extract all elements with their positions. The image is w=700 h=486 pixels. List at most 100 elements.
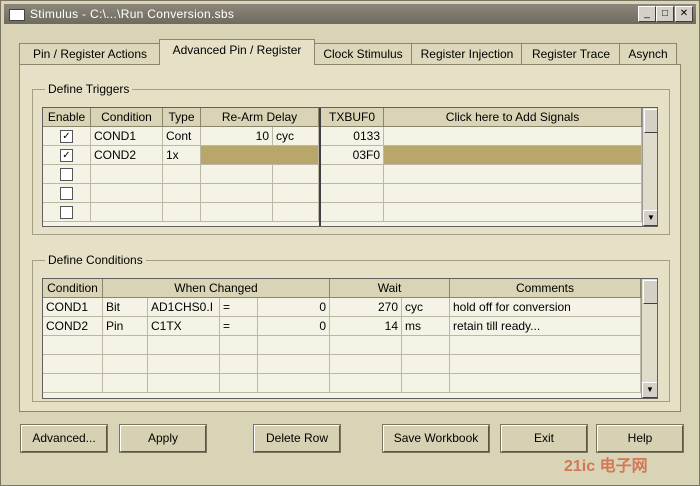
empty-cell[interactable] xyxy=(103,355,148,374)
empty-cell[interactable] xyxy=(450,336,641,355)
empty-cell[interactable] xyxy=(148,374,220,393)
header-txbuf0[interactable]: TXBUF0 xyxy=(321,108,384,127)
enable-checkbox[interactable] xyxy=(60,206,73,219)
condition-name[interactable]: COND1 xyxy=(43,298,103,317)
empty-cell[interactable] xyxy=(91,184,163,203)
txbuf0-value[interactable]: 03F0 xyxy=(321,146,384,165)
condition-value[interactable]: 0 xyxy=(258,317,330,336)
empty-cell[interactable] xyxy=(330,374,402,393)
empty-cell[interactable] xyxy=(201,165,273,184)
condition-name[interactable]: COND2 xyxy=(43,317,103,336)
wait-unit[interactable]: ms xyxy=(402,317,450,336)
exit-button[interactable]: Exit xyxy=(501,425,587,452)
header-enable[interactable]: Enable xyxy=(43,108,91,127)
table-row[interactable]: ✓ xyxy=(43,127,91,146)
table-row[interactable] xyxy=(43,203,91,222)
trigger-condition[interactable]: COND1 xyxy=(91,127,163,146)
empty-cell[interactable] xyxy=(148,355,220,374)
header-rearm-delay[interactable]: Re-Arm Delay xyxy=(201,108,319,127)
condition-comment[interactable]: retain till ready... xyxy=(450,317,641,336)
scroll-thumb[interactable] xyxy=(644,109,657,133)
add-signals-header[interactable]: Click here to Add Signals xyxy=(384,108,642,127)
header-type[interactable]: Type xyxy=(163,108,201,127)
empty-cell[interactable] xyxy=(258,374,330,393)
empty-cell[interactable] xyxy=(103,374,148,393)
empty-cell[interactable] xyxy=(163,203,201,222)
header-comments[interactable]: Comments xyxy=(450,279,641,298)
empty-cell[interactable] xyxy=(321,165,384,184)
trigger-type[interactable]: 1x xyxy=(163,146,201,165)
rearm-delay-value[interactable] xyxy=(201,146,319,165)
empty-cell[interactable] xyxy=(91,165,163,184)
empty-cell[interactable] xyxy=(220,374,258,393)
signal-cell[interactable] xyxy=(384,127,642,146)
tab-register-injection[interactable]: Register Injection xyxy=(411,43,523,64)
conditions-scrollbar[interactable]: ▼ xyxy=(641,279,657,398)
empty-cell[interactable] xyxy=(163,165,201,184)
empty-cell[interactable] xyxy=(258,336,330,355)
tab-pin-register-actions[interactable]: Pin / Register Actions xyxy=(19,43,161,64)
empty-cell[interactable] xyxy=(163,184,201,203)
table-row[interactable] xyxy=(43,165,91,184)
trigger-condition[interactable]: COND2 xyxy=(91,146,163,165)
empty-cell[interactable] xyxy=(220,336,258,355)
empty-cell[interactable] xyxy=(330,336,402,355)
signal-cell[interactable] xyxy=(384,146,642,165)
apply-button[interactable]: Apply xyxy=(120,425,206,452)
scroll-thumb[interactable] xyxy=(643,280,657,304)
header-wait[interactable]: Wait xyxy=(330,279,450,298)
condition-kind[interactable]: Pin xyxy=(103,317,148,336)
save-workbook-button[interactable]: Save Workbook xyxy=(383,425,489,452)
empty-cell[interactable] xyxy=(321,203,384,222)
tab-register-trace[interactable]: Register Trace xyxy=(521,43,621,64)
enable-checkbox[interactable]: ✓ xyxy=(60,149,73,162)
title-bar[interactable]: Stimulus - C:\...\Run Conversion.sbs _ □… xyxy=(4,4,696,24)
empty-cell[interactable] xyxy=(103,336,148,355)
table-row[interactable]: ✓ xyxy=(43,146,91,165)
empty-cell[interactable] xyxy=(384,165,642,184)
header-when-changed[interactable]: When Changed xyxy=(103,279,330,298)
help-button[interactable]: Help xyxy=(597,425,683,452)
triggers-scrollbar[interactable]: ▼ xyxy=(642,108,657,226)
condition-target[interactable]: AD1CHS0.I xyxy=(148,298,220,317)
empty-cell[interactable] xyxy=(43,336,103,355)
trigger-type[interactable]: Cont xyxy=(163,127,201,146)
maximize-button[interactable]: □ xyxy=(656,6,674,22)
txbuf0-value[interactable]: 0133 xyxy=(321,127,384,146)
header-condition[interactable]: Condition xyxy=(91,108,163,127)
empty-cell[interactable] xyxy=(402,374,450,393)
close-button[interactable]: ✕ xyxy=(675,6,693,22)
empty-cell[interactable] xyxy=(273,203,319,222)
empty-cell[interactable] xyxy=(201,184,273,203)
header-condition[interactable]: Condition xyxy=(43,279,103,298)
empty-cell[interactable] xyxy=(201,203,273,222)
empty-cell[interactable] xyxy=(450,355,641,374)
empty-cell[interactable] xyxy=(273,184,319,203)
empty-cell[interactable] xyxy=(43,355,103,374)
empty-cell[interactable] xyxy=(220,355,258,374)
empty-cell[interactable] xyxy=(148,336,220,355)
condition-target[interactable]: C1TX xyxy=(148,317,220,336)
empty-cell[interactable] xyxy=(321,184,384,203)
wait-unit[interactable]: cyc xyxy=(402,298,450,317)
enable-checkbox[interactable] xyxy=(60,187,73,200)
enable-checkbox[interactable]: ✓ xyxy=(60,130,73,143)
empty-cell[interactable] xyxy=(43,374,103,393)
column-splitter[interactable] xyxy=(319,108,321,226)
condition-value[interactable]: 0 xyxy=(258,298,330,317)
empty-cell[interactable] xyxy=(330,355,402,374)
empty-cell[interactable] xyxy=(91,203,163,222)
delete-row-button[interactable]: Delete Row xyxy=(254,425,340,452)
rearm-delay-value[interactable]: 10 xyxy=(201,127,273,146)
tab-asynch[interactable]: Asynch xyxy=(619,43,677,64)
empty-cell[interactable] xyxy=(450,374,641,393)
empty-cell[interactable] xyxy=(384,203,642,222)
rearm-delay-unit[interactable]: cyc xyxy=(273,127,319,146)
wait-value[interactable]: 270 xyxy=(330,298,402,317)
empty-cell[interactable] xyxy=(402,336,450,355)
minimize-button[interactable]: _ xyxy=(638,6,656,22)
condition-operator[interactable]: = xyxy=(220,317,258,336)
empty-cell[interactable] xyxy=(384,184,642,203)
empty-cell[interactable] xyxy=(273,165,319,184)
tab-clock-stimulus[interactable]: Clock Stimulus xyxy=(313,43,413,64)
